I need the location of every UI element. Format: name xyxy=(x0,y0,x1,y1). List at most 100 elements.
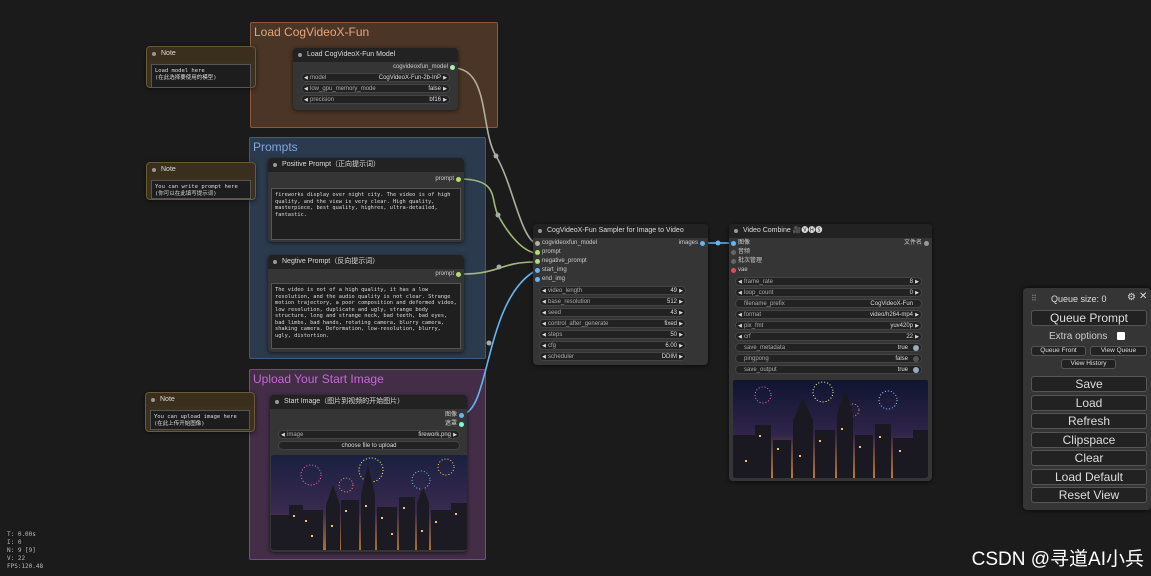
choose-file-button[interactable]: choose file to upload xyxy=(278,441,460,450)
output-label: images xyxy=(678,240,698,246)
toggle-indicator xyxy=(913,356,919,362)
load-button[interactable]: Load xyxy=(1031,395,1147,411)
input-label-vae: vae xyxy=(738,267,748,273)
stat-time: T: 0.00s xyxy=(7,531,36,538)
filename-prefix-widget[interactable]: filename_prefix CogVideoX-Fun xyxy=(735,299,922,308)
note-title: Note xyxy=(146,393,254,407)
queue-front-button[interactable]: Queue Front xyxy=(1031,346,1086,356)
sampler-node[interactable]: CogVideoX-Fun Sampler for Image to Video… xyxy=(533,224,708,365)
input-slot-batch[interactable] xyxy=(731,259,736,264)
extra-options-label: Extra options xyxy=(1049,331,1108,342)
base-resolution-widget[interactable]: base_resolution512 xyxy=(539,297,686,307)
input-slot-negative[interactable] xyxy=(535,259,540,264)
output-label: prompt xyxy=(435,271,454,277)
input-label-start-img: start_img xyxy=(542,267,567,273)
drag-handle-icon[interactable]: ⠿ xyxy=(1031,294,1037,303)
input-label-model: cogvideoxfun_model xyxy=(542,240,598,246)
save-output-toggle[interactable]: save_output true xyxy=(735,365,922,374)
node-title: Video Combine 🎥🅥🅗🅢 xyxy=(729,224,932,238)
clipspace-button[interactable]: Clipspace xyxy=(1031,432,1147,448)
group-title: Prompts xyxy=(253,140,298,154)
queue-prompt-button[interactable]: Queue Prompt xyxy=(1031,310,1147,326)
output-slot-images[interactable] xyxy=(700,241,705,246)
seed-widget[interactable]: seed43 xyxy=(539,308,686,318)
format-widget[interactable]: formatvideo/h264-mp4 xyxy=(735,310,922,320)
node-title: Negtive Prompt（反向提示词） xyxy=(268,255,464,269)
queue-panel[interactable]: ⠿ Queue size: 0 ⚙ ✕ Queue Prompt Extra o… xyxy=(1023,288,1151,510)
steps-widget[interactable]: steps50 xyxy=(539,330,686,340)
reset-view-button[interactable]: Reset View xyxy=(1031,487,1147,503)
clear-button[interactable]: Clear xyxy=(1031,450,1147,466)
loop-count-widget[interactable]: loop_count0 xyxy=(735,288,922,298)
image-select-widget[interactable]: imagefirework.png xyxy=(278,430,460,440)
input-slot-audio[interactable] xyxy=(731,250,736,255)
input-label-prompt: prompt xyxy=(542,249,561,255)
video-combine-node[interactable]: Video Combine 🎥🅥🅗🅢 图像 音频 批次管理 vae 文件名 fr… xyxy=(729,224,932,481)
input-slot-start-img[interactable] xyxy=(535,268,540,273)
model-widget[interactable]: modelCogVideoX-Fun-2b-InP xyxy=(301,73,450,83)
low-gpu-memory-widget[interactable]: low_gpu_memory_modefalse xyxy=(301,84,450,94)
control-after-generate-widget[interactable]: control_after_generatefixed xyxy=(539,319,686,329)
input-slot-image[interactable] xyxy=(731,241,736,246)
note-node-prompt[interactable]: Note You can write prompt here (你可以在此填写提… xyxy=(146,162,256,200)
positive-prompt-textarea[interactable]: fireworks display over night city. The v… xyxy=(271,188,461,240)
stat-fps: FPS:120.48 xyxy=(7,563,44,570)
note-title: Note xyxy=(147,163,255,177)
view-queue-button[interactable]: View Queue xyxy=(1090,346,1147,356)
node-title: Positive Prompt（正向提示词） xyxy=(268,158,464,172)
output-label: cogvideoxfun_model xyxy=(392,64,448,70)
node-title: Load CogVideoX-Fun Model xyxy=(293,48,458,62)
save-metadata-toggle[interactable]: save_metadata true xyxy=(735,343,922,352)
extra-options-checkbox[interactable] xyxy=(1117,332,1125,340)
output-slot-filename[interactable] xyxy=(924,241,929,246)
note-text[interactable]: You can write prompt here (你可以在此填写提示词) xyxy=(151,180,251,199)
queue-size-label: Queue size: 0 xyxy=(1051,294,1107,304)
output-slot[interactable] xyxy=(450,65,455,70)
start-image-node[interactable]: Start Image（图片到视频的开始图片） 图像 遮罩 imagefirew… xyxy=(270,395,467,552)
note-node-load[interactable]: Note Load model here (在此选择要使用的模型) xyxy=(146,46,256,88)
stat-v: V: 22 xyxy=(7,555,26,562)
output-slot-mask[interactable] xyxy=(459,422,464,427)
input-label-end-img: end_img xyxy=(542,276,566,282)
input-slot-vae[interactable] xyxy=(731,268,736,273)
input-label-batch: 批次管理 xyxy=(738,258,763,264)
note-title: Note xyxy=(147,47,255,61)
note-node-upload[interactable]: Note You can upload image here (在此上传开始图像… xyxy=(145,392,255,432)
output-slot[interactable] xyxy=(456,272,461,277)
precision-widget[interactable]: precisionbf16 xyxy=(301,95,450,105)
node-title: Start Image（图片到视频的开始图片） xyxy=(270,395,467,409)
cfg-widget[interactable]: cfg6.00 xyxy=(539,341,686,351)
output-label-mask: 遮罩 xyxy=(444,421,457,427)
note-text[interactable]: You can upload image here (在此上传开始图像) xyxy=(150,410,250,430)
refresh-button[interactable]: Refresh xyxy=(1031,413,1147,429)
gear-icon[interactable]: ⚙ xyxy=(1127,292,1136,303)
view-history-button[interactable]: View History xyxy=(1061,359,1116,369)
input-slot-model[interactable] xyxy=(535,241,540,246)
negative-prompt-node[interactable]: Negtive Prompt（反向提示词） prompt The video i… xyxy=(268,255,464,352)
positive-prompt-node[interactable]: Positive Prompt（正向提示词） prompt fireworks … xyxy=(268,158,464,242)
crf-widget[interactable]: crf22 xyxy=(735,332,922,342)
video-preview[interactable] xyxy=(733,380,928,478)
close-icon[interactable]: ✕ xyxy=(1139,291,1147,302)
output-label-image: 图像 xyxy=(444,412,457,418)
firework-preview-image xyxy=(271,455,467,550)
note-text[interactable]: Load model here (在此选择要使用的模型) xyxy=(151,64,251,88)
negative-prompt-textarea[interactable]: The video is not of a high quality, it h… xyxy=(271,283,461,349)
input-label-negative: negative_prompt xyxy=(542,258,587,264)
scheduler-widget[interactable]: schedulerDDIM xyxy=(539,352,686,362)
group-title: Load CogVideoX-Fun xyxy=(254,25,370,39)
load-default-button[interactable]: Load Default xyxy=(1031,469,1147,485)
save-button[interactable]: Save xyxy=(1031,376,1147,392)
input-slot-end-img[interactable] xyxy=(535,277,540,282)
toggle-indicator xyxy=(913,345,919,351)
frame-rate-widget[interactable]: frame_rate8 xyxy=(735,277,922,287)
output-slot[interactable] xyxy=(456,177,461,182)
pix-fmt-widget[interactable]: pix_fmtyuv420p xyxy=(735,321,922,331)
stat-i: I: 0 xyxy=(7,539,22,546)
load-model-node[interactable]: Load CogVideoX-Fun Model cogvideoxfun_mo… xyxy=(293,48,458,110)
input-label-image: 图像 xyxy=(738,240,751,246)
input-slot-prompt[interactable] xyxy=(535,250,540,255)
video-length-widget[interactable]: video_length49 xyxy=(539,286,686,296)
pingpong-toggle[interactable]: pingpong false xyxy=(735,354,922,363)
output-slot-image[interactable] xyxy=(459,413,464,418)
